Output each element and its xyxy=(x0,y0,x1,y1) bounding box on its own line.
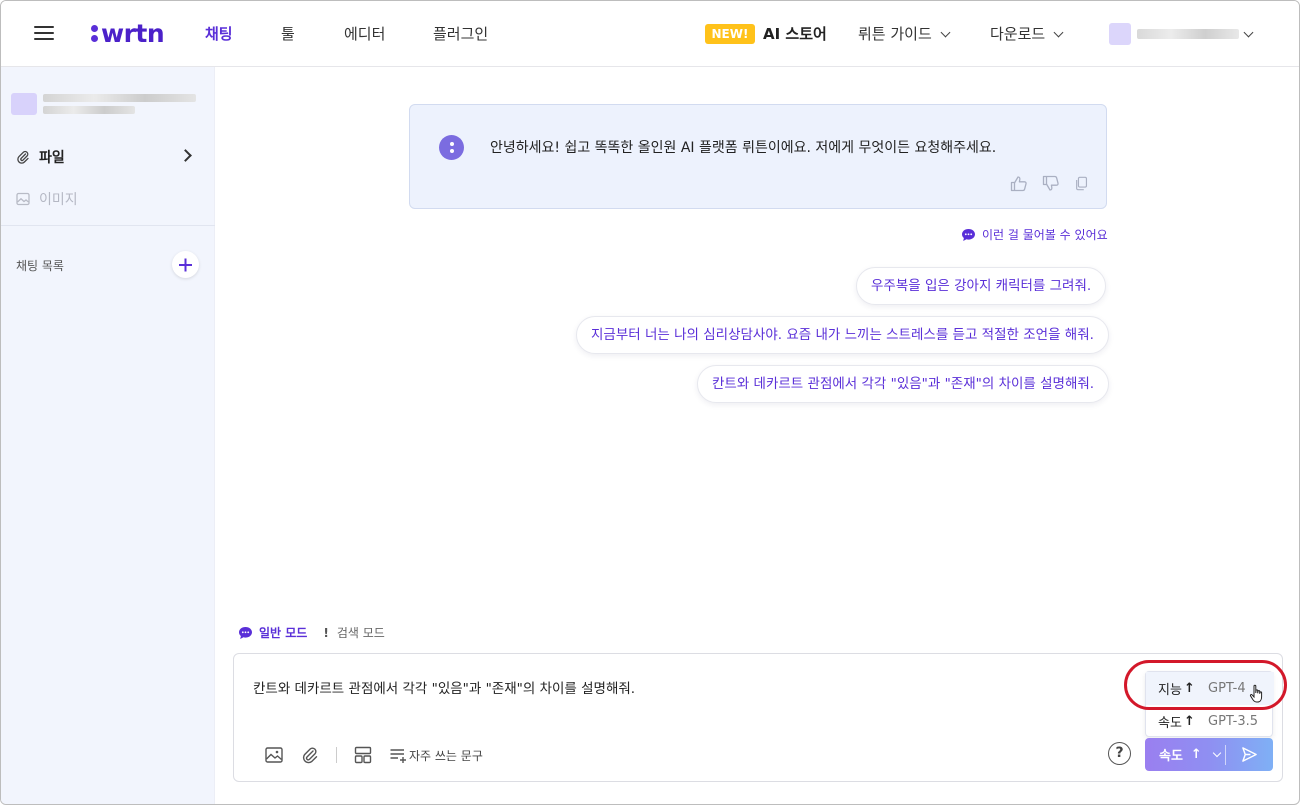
divider xyxy=(1,225,215,226)
feedback-actions xyxy=(1010,175,1090,192)
chevron-down-icon xyxy=(1053,27,1064,38)
nav-tool[interactable]: 툴 xyxy=(281,23,295,44)
arrow-up-icon: ↑ xyxy=(1190,747,1202,762)
chat-bubble-icon xyxy=(962,228,975,241)
paperclip-icon[interactable] xyxy=(300,746,320,764)
suggestions-title: 이런 걸 물어볼 수 있어요 xyxy=(961,226,1108,243)
sidebar-item-label: 파일 xyxy=(39,150,65,166)
send-button[interactable] xyxy=(1226,738,1273,771)
nav-download-dropdown[interactable]: 다운로드 xyxy=(990,23,1064,44)
nav-chat[interactable]: 채팅 xyxy=(205,23,233,44)
chevron-down-icon xyxy=(1212,748,1222,757)
copy-icon[interactable] xyxy=(1074,175,1090,192)
suggestions-title-text: 이런 걸 물어볼 수 있어요 xyxy=(982,228,1108,242)
image-icon xyxy=(16,192,30,206)
avatar xyxy=(11,93,37,115)
blurred-username xyxy=(43,94,196,114)
nav-ai-store[interactable]: AI 스토어 xyxy=(763,23,827,44)
send-icon xyxy=(1242,747,1257,762)
welcome-text: 안녕하세요! 쉽고 똑똑한 올인원 AI 플랫폼 뤼튼이에요. 저에게 무엇이든… xyxy=(490,140,997,156)
pointer-hand-icon xyxy=(1249,684,1263,703)
sidebar-item-file[interactable]: 파일 xyxy=(16,147,65,167)
logo-dots-icon xyxy=(91,24,98,42)
tab-label: 검색 모드 xyxy=(336,626,385,640)
blurred-username xyxy=(1137,29,1239,39)
chat-input-box[interactable]: 칸트와 데카르트 관점에서 각각 "있음"과 "존재"의 차이를 설명해줘. 자… xyxy=(233,653,1283,782)
exclamation-icon: ! xyxy=(323,625,329,640)
help-button[interactable]: ? xyxy=(1108,742,1131,765)
tab-search-mode[interactable]: ! 검색 모드 xyxy=(323,624,384,641)
arrow-up-icon: ↑ xyxy=(1184,714,1195,729)
add-chat-button[interactable] xyxy=(172,251,199,278)
bot-avatar-icon xyxy=(439,135,464,160)
guide-label: 뤼튼 가이드 xyxy=(858,25,932,43)
chevron-right-icon[interactable] xyxy=(179,149,192,162)
suggestion-chip[interactable]: 지금부터 너는 나의 심리상담사야. 요즘 내가 느끼는 스트레스를 듣고 적절… xyxy=(576,316,1109,354)
nav-guide-dropdown[interactable]: 뤼튼 가이드 xyxy=(858,23,951,44)
welcome-message: 안녕하세요! 쉽고 똑똑한 올인원 AI 플랫폼 뤼튼이에요. 저에게 무엇이든… xyxy=(409,104,1107,209)
send-button-group: 속도 ↑ xyxy=(1145,738,1273,771)
logo-text: wrtn xyxy=(101,18,165,48)
profile-menu[interactable] xyxy=(1109,21,1239,47)
nav-editor[interactable]: 에디터 xyxy=(344,23,385,44)
wrtn-logo[interactable]: wrtn xyxy=(91,18,165,48)
speed-label: 속도 xyxy=(1159,749,1183,764)
chat-list-label: 채팅 목록 xyxy=(16,259,64,273)
chat-bubble-icon xyxy=(239,626,252,639)
chevron-down-icon[interactable] xyxy=(1243,27,1254,38)
sidebar-item-label: 이미지 xyxy=(39,192,78,208)
mode-tabs: 일반 모드 ! 검색 모드 xyxy=(238,624,401,641)
sidebar-user[interactable] xyxy=(11,89,196,119)
image-upload-icon[interactable] xyxy=(264,746,284,764)
chevron-down-icon xyxy=(940,27,951,38)
avatar xyxy=(1109,23,1131,45)
menu-icon[interactable] xyxy=(34,25,54,41)
divider xyxy=(336,747,337,763)
thumbs-down-icon[interactable] xyxy=(1042,175,1060,192)
favorite-phrase-button[interactable]: 자주 쓰는 문구 xyxy=(389,746,483,764)
sidebar: 파일 이미지 채팅 목록 xyxy=(1,67,215,804)
paperclip-icon xyxy=(17,150,29,164)
app-window: wrtn 채팅 툴 에디터 플러그인 NEW! AI 스토어 뤼튼 가이드 다운… xyxy=(0,0,1300,805)
option-key: 속도 xyxy=(1158,716,1182,731)
new-badge: NEW! xyxy=(705,24,755,44)
sidebar-item-image[interactable]: 이미지 xyxy=(16,189,78,209)
input-toolbar: 자주 쓰는 문구 xyxy=(264,746,483,764)
nav-plugin[interactable]: 플러그인 xyxy=(433,23,488,44)
model-speed-dropdown[interactable]: 속도 ↑ xyxy=(1145,738,1225,771)
thumbs-up-icon[interactable] xyxy=(1010,175,1028,192)
favorite-phrase-label: 자주 쓰는 문구 xyxy=(409,748,483,763)
list-add-icon xyxy=(390,749,406,763)
chat-input-text[interactable]: 칸트와 데카르트 관점에서 각각 "있음"과 "존재"의 차이를 설명해줘. xyxy=(253,677,635,697)
suggestion-chip[interactable]: 우주복을 입은 강아지 캐릭터를 그려줘. xyxy=(856,267,1107,305)
tab-normal-mode[interactable]: 일반 모드 xyxy=(238,624,307,641)
download-label: 다운로드 xyxy=(990,25,1046,43)
suggestion-chip[interactable]: 칸트와 데카르트 관점에서 각각 "있음"과 "존재"의 차이를 설명해줘. xyxy=(697,365,1110,403)
layout-icon[interactable] xyxy=(353,746,373,764)
tab-label: 일반 모드 xyxy=(259,626,308,640)
top-header: wrtn 채팅 툴 에디터 플러그인 NEW! AI 스토어 뤼튼 가이드 다운… xyxy=(1,1,1299,67)
option-model: GPT-3.5 xyxy=(1208,714,1259,729)
